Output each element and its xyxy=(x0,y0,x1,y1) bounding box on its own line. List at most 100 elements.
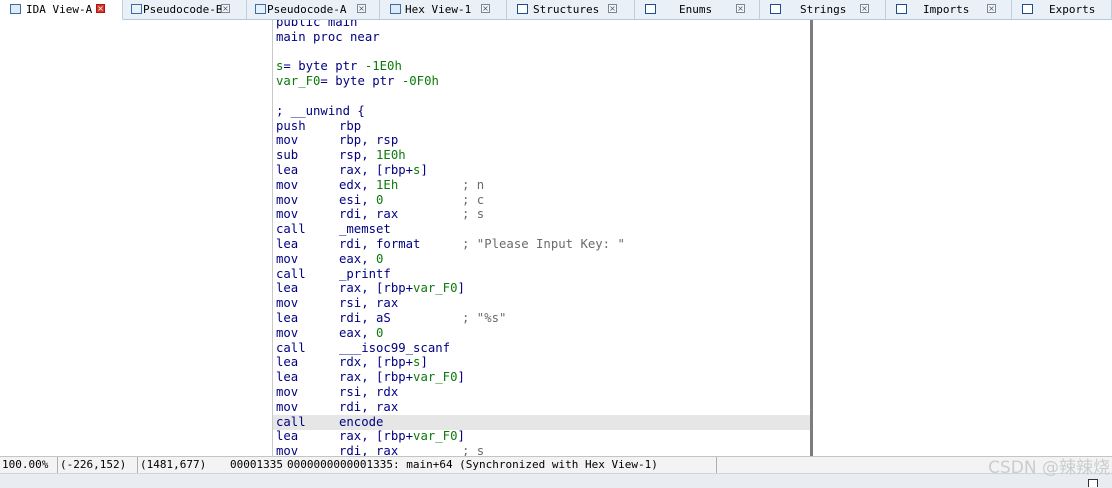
close-icon[interactable]: × xyxy=(608,4,617,13)
listing-header-line[interactable]: public main xyxy=(273,20,811,30)
close-icon[interactable]: × xyxy=(860,4,869,13)
instruction-row[interactable]: mov esi, 0 ; c xyxy=(273,193,811,208)
close-icon[interactable]: × xyxy=(96,4,105,13)
mnemonic: mov xyxy=(276,207,299,222)
operand-part: ___isoc99_scanf xyxy=(339,340,451,355)
instruction-row[interactable]: lea rax, [rbp+var_F0] xyxy=(273,370,811,385)
operands: rax, [rbp+var_F0] xyxy=(339,281,465,296)
mnemonic: lea xyxy=(276,429,299,444)
stack-variable-line[interactable]: var_F0= byte ptr -0F0h xyxy=(273,74,811,89)
tab-structures[interactable]: Structures × xyxy=(507,0,635,19)
mnemonic: lea xyxy=(276,355,299,370)
instruction-row[interactable]: mov rdi, rax ; s xyxy=(273,207,811,222)
tab-ida-view-a[interactable]: IDA View-A × xyxy=(0,0,123,20)
instruction-row[interactable]: call _memset xyxy=(273,222,811,237)
mnemonic: call xyxy=(276,266,306,281)
variable-offset: -1E0h xyxy=(364,59,402,74)
close-icon[interactable]: × xyxy=(357,4,366,13)
operand-part: ] xyxy=(420,355,428,370)
instruction-row[interactable]: lea rdi, aS ; "%s" xyxy=(273,311,811,326)
instruction-row[interactable]: sub rsp, 1E0h xyxy=(273,148,811,163)
instruction-row[interactable]: call encode xyxy=(273,414,811,430)
instruction-row[interactable]: push rbp xyxy=(273,119,811,134)
operand-part: rsi, rdx xyxy=(339,385,399,399)
instruction-row[interactable]: mov eax, 0 xyxy=(273,326,811,341)
instruction-row[interactable]: mov rdi, rax ; s xyxy=(273,444,811,456)
operand-part: rax, [rbp+ xyxy=(339,163,414,177)
operand-part: _memset xyxy=(339,222,391,237)
tab-pseudocode-a[interactable]: Pseudocode-A × xyxy=(247,0,380,19)
variable-offset: -0F0h xyxy=(401,74,439,89)
close-icon[interactable]: × xyxy=(481,4,490,13)
disasm-view-icon xyxy=(10,4,21,14)
tab-label: Strings xyxy=(800,3,847,16)
instruction-row[interactable]: lea rax, [rbp+s] xyxy=(273,163,811,178)
comment: ; s xyxy=(462,207,485,222)
instruction-row[interactable]: lea rdi, format ; "Please Input Key: " xyxy=(273,237,811,252)
tab-enums[interactable]: Enums × xyxy=(635,0,760,19)
stack-variable: s= byte ptr -1E0h xyxy=(276,59,402,74)
window-restore-icon[interactable] xyxy=(1088,479,1098,487)
mnemonic: lea xyxy=(276,370,299,385)
comment: ; s xyxy=(462,444,485,456)
tab-label: Structures xyxy=(533,3,600,16)
proc-header: public main xyxy=(276,20,358,29)
operand-part: ] xyxy=(457,281,465,296)
mnemonic: call xyxy=(276,414,306,429)
mnemonic: mov xyxy=(276,325,299,340)
variable-type: = byte ptr xyxy=(283,59,365,74)
mnemonic: lea xyxy=(276,237,299,251)
instruction-row[interactable]: call ___isoc99_scanf xyxy=(273,341,811,356)
operands: ___isoc99_scanf xyxy=(339,341,450,356)
tab-label: Enums xyxy=(679,3,713,16)
tab-pseudocode-b[interactable]: Pseudocode-B × xyxy=(123,0,247,19)
operands: rdi, rax xyxy=(339,444,398,456)
close-icon[interactable]: × xyxy=(987,4,996,13)
mnemonic: push xyxy=(276,118,306,133)
operands: edx, 1Eh xyxy=(339,178,398,193)
instruction-row[interactable]: mov eax, 0 xyxy=(273,252,811,267)
instruction-row[interactable]: mov rsi, rax xyxy=(273,296,811,311)
operand-part: rdi, format xyxy=(339,237,421,251)
variable-name: var_F0 xyxy=(276,74,321,89)
disassembly-listing[interactable]: public main main proc near s= byte ptr -1E… xyxy=(272,20,811,456)
variable-type: = byte ptr xyxy=(320,74,402,89)
close-icon[interactable]: × xyxy=(736,4,745,13)
instruction-row[interactable]: lea rax, [rbp+var_F0] xyxy=(273,429,811,444)
operand-part: rdi, rax xyxy=(339,399,399,414)
operands: esi, 0 xyxy=(339,193,383,208)
instruction-row[interactable]: call _printf xyxy=(273,267,811,282)
stack-variable-line[interactable]: s= byte ptr -1E0h xyxy=(273,59,811,74)
operand-part: eax, xyxy=(339,325,377,340)
instruction-row[interactable]: mov edx, 1Eh ; n xyxy=(273,178,811,193)
proc-declaration-line[interactable]: main proc near xyxy=(273,30,811,45)
tab-imports[interactable]: Imports × xyxy=(886,0,1012,19)
tab-hex-view-1[interactable]: Hex View-1 × xyxy=(380,0,507,19)
operand-part: eax, xyxy=(339,251,377,266)
mnemonic: sub xyxy=(276,148,299,163)
exports-icon xyxy=(1022,4,1033,14)
stack-variable: var_F0= byte ptr -0F0h xyxy=(276,74,439,89)
structures-icon xyxy=(517,4,528,14)
tab-exports[interactable]: Exports xyxy=(1012,0,1112,19)
instruction-row[interactable]: mov rbp, rsp xyxy=(273,133,811,148)
tab-bar: IDA View-A × Pseudocode-B × Pseudocode-A × Hex… xyxy=(0,0,1112,20)
operand-part: 0 xyxy=(376,325,384,340)
operand-part: rax, [rbp+ xyxy=(339,370,414,385)
operand-part: ] xyxy=(457,370,465,385)
instruction-row[interactable]: mov rsi, rdx xyxy=(273,385,811,400)
operand-part: rbp, rsp xyxy=(339,133,399,148)
close-icon[interactable]: × xyxy=(221,4,230,13)
tab-strings[interactable]: Strings × xyxy=(760,0,886,19)
unwind-line[interactable]: ; __unwind { xyxy=(273,104,811,119)
instruction-row[interactable]: lea rdx, [rbp+s] xyxy=(273,355,811,370)
tab-label: Imports xyxy=(923,3,970,16)
instruction-row[interactable]: mov rdi, rax xyxy=(273,400,811,415)
operands: rbp, rsp xyxy=(339,133,398,148)
instruction-row[interactable]: lea rax, [rbp+var_F0] xyxy=(273,281,811,296)
mnemonic: mov xyxy=(276,444,299,456)
comment: ; "%s" xyxy=(462,311,507,325)
operand-part: rax, [rbp+ xyxy=(339,281,414,296)
left-empty-pane xyxy=(0,20,272,456)
operand-part: esi, xyxy=(339,192,377,207)
